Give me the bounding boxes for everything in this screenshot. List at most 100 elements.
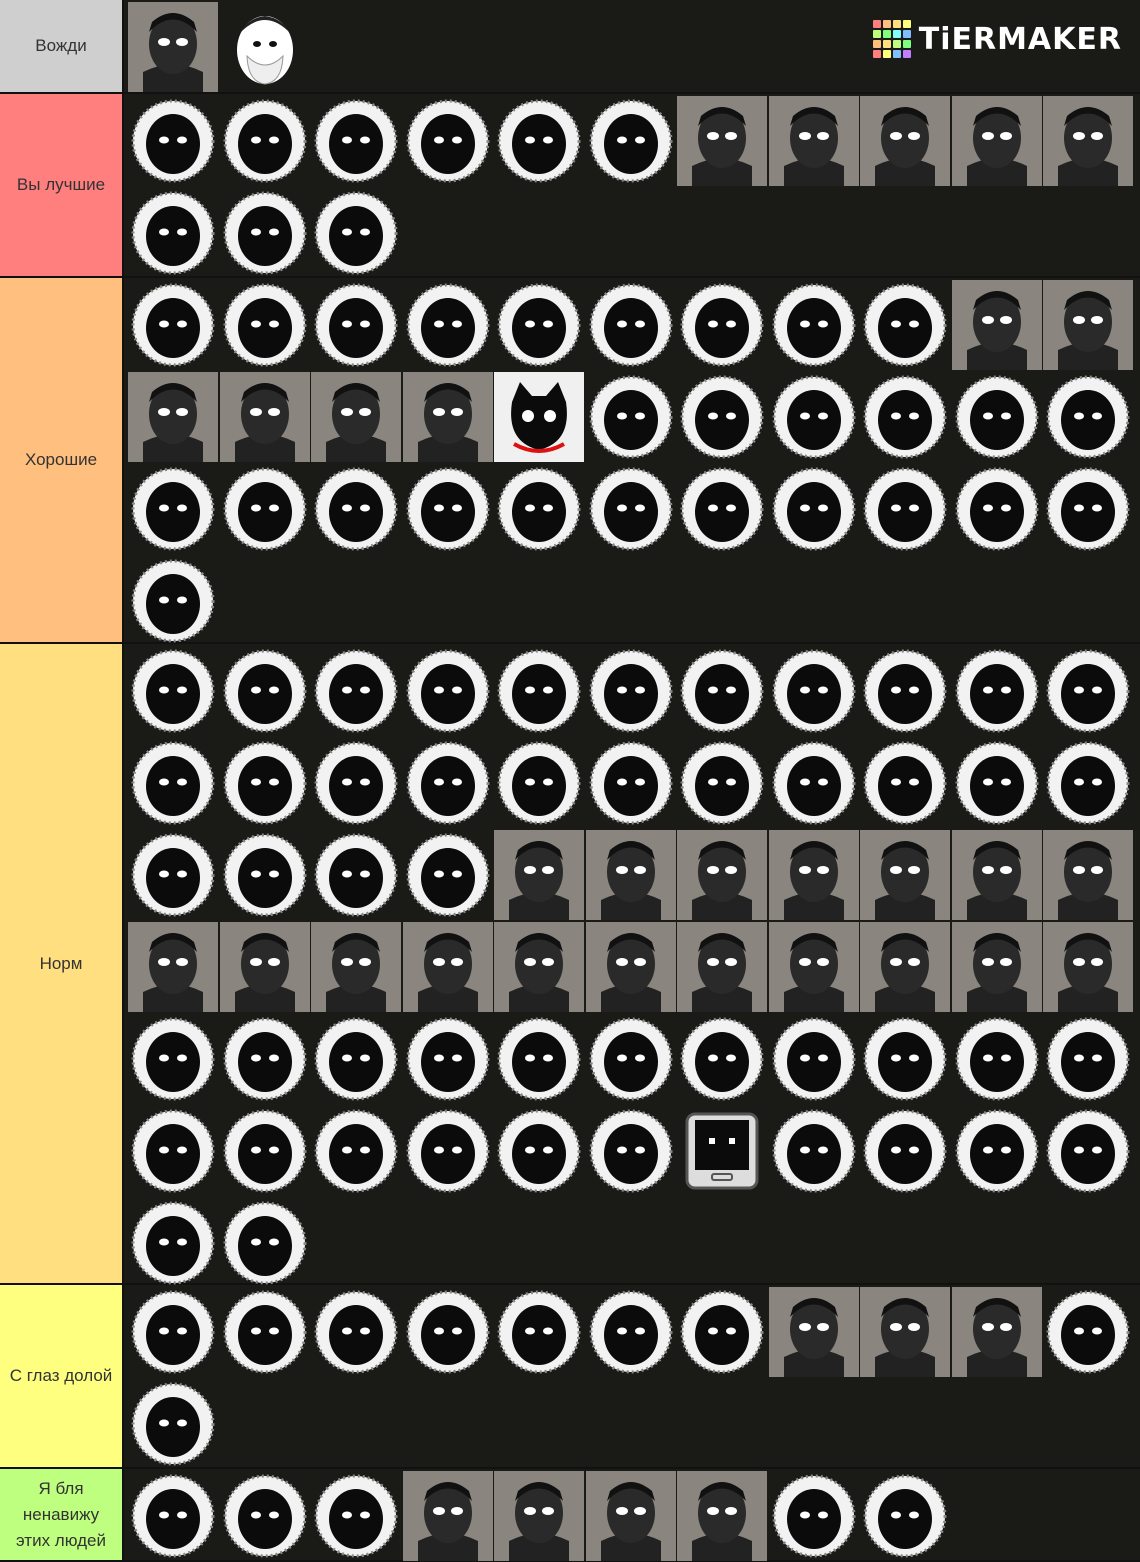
tier-item[interactable] <box>403 1287 493 1377</box>
tier-item[interactable] <box>677 372 767 462</box>
tier-item[interactable] <box>494 464 584 554</box>
tier-item[interactable] <box>1043 1106 1133 1196</box>
tier-item[interactable] <box>311 1014 401 1104</box>
tier-item[interactable] <box>403 1014 493 1104</box>
tier-item[interactable] <box>220 280 310 370</box>
tier-item[interactable] <box>494 1106 584 1196</box>
tier-item[interactable] <box>860 1014 950 1104</box>
tier-item[interactable] <box>952 1014 1042 1104</box>
tier-item[interactable] <box>311 646 401 736</box>
tier-item[interactable] <box>128 96 218 186</box>
tier-item[interactable] <box>220 646 310 736</box>
tier-item[interactable] <box>220 738 310 828</box>
tier-item[interactable] <box>403 1106 493 1196</box>
tier-item[interactable] <box>402 372 493 462</box>
tier-item[interactable] <box>220 830 310 920</box>
tier-item[interactable] <box>403 96 493 186</box>
tier-item[interactable] <box>769 1106 859 1196</box>
tier-item[interactable] <box>768 96 859 186</box>
tier-item[interactable] <box>677 646 767 736</box>
tier-label[interactable]: Вожди <box>0 0 124 92</box>
tier-item[interactable] <box>128 464 218 554</box>
tier-item[interactable] <box>860 646 950 736</box>
tier-item[interactable] <box>769 1014 859 1104</box>
tier-item[interactable] <box>220 1014 310 1104</box>
tier-item[interactable] <box>128 1106 218 1196</box>
tier-item[interactable] <box>860 922 950 1012</box>
tier-item[interactable] <box>769 646 859 736</box>
tier-item[interactable] <box>768 922 859 1012</box>
tier-item[interactable] <box>860 1287 950 1377</box>
tier-item[interactable] <box>768 1287 859 1377</box>
tier-item[interactable] <box>128 2 218 92</box>
tier-item[interactable] <box>128 1014 218 1104</box>
tier-item[interactable] <box>403 464 493 554</box>
tier-item[interactable] <box>677 280 767 370</box>
tier-item[interactable] <box>586 1287 676 1377</box>
tier-item[interactable] <box>311 188 401 278</box>
tier-item[interactable] <box>128 556 218 646</box>
tier-item[interactable] <box>585 922 676 1012</box>
tier-item[interactable] <box>403 280 493 370</box>
tier-item[interactable] <box>128 646 218 736</box>
tier-label[interactable]: С глаз долой <box>0 1285 124 1467</box>
tier-item[interactable] <box>586 464 676 554</box>
tier-item[interactable] <box>677 922 767 1012</box>
tier-item[interactable] <box>677 96 767 186</box>
tier-item[interactable] <box>1043 738 1133 828</box>
tier-item[interactable] <box>951 1287 1042 1377</box>
tier-item[interactable] <box>220 188 310 278</box>
tier-item[interactable] <box>952 738 1042 828</box>
tier-item[interactable] <box>586 1014 676 1104</box>
tier-item[interactable] <box>494 1014 584 1104</box>
tier-item[interactable] <box>951 922 1042 1012</box>
tier-item[interactable] <box>128 1379 218 1469</box>
tier-item[interactable] <box>769 280 859 370</box>
tier-item[interactable] <box>952 464 1042 554</box>
tier-item[interactable] <box>951 96 1042 186</box>
tier-item[interactable] <box>403 646 493 736</box>
tier-item[interactable] <box>677 1014 767 1104</box>
tier-item[interactable] <box>494 96 584 186</box>
tier-label[interactable]: Хорошие <box>0 278 124 642</box>
tier-item[interactable] <box>128 738 218 828</box>
tier-item[interactable] <box>128 1287 218 1377</box>
tier-item[interactable] <box>586 280 676 370</box>
tier-item[interactable] <box>128 1198 218 1288</box>
tier-item[interactable] <box>494 922 584 1012</box>
tier-item[interactable] <box>586 372 676 462</box>
tier-item[interactable] <box>220 1287 310 1377</box>
tier-item[interactable] <box>311 830 401 920</box>
tier-item[interactable] <box>220 96 310 186</box>
tier-item[interactable] <box>494 1287 584 1377</box>
tier-item[interactable] <box>128 372 218 462</box>
tier-item[interactable] <box>952 646 1042 736</box>
tier-item[interactable] <box>128 280 218 370</box>
tier-item[interactable] <box>677 464 767 554</box>
tier-item[interactable] <box>860 96 950 186</box>
tier-item[interactable] <box>585 1471 676 1561</box>
tier-item[interactable] <box>311 1287 401 1377</box>
tier-item[interactable] <box>586 738 676 828</box>
tier-item[interactable] <box>952 1106 1042 1196</box>
tier-item[interactable] <box>128 188 218 278</box>
tier-item[interactable] <box>220 1471 310 1561</box>
tier-item[interactable] <box>768 830 859 920</box>
tier-item[interactable] <box>1043 280 1133 370</box>
tier-item[interactable] <box>311 464 401 554</box>
tier-item[interactable] <box>677 830 767 920</box>
tier-item[interactable] <box>677 1106 767 1196</box>
tier-item[interactable] <box>128 830 218 920</box>
tier-item[interactable] <box>677 1287 767 1377</box>
tier-item[interactable] <box>494 372 584 462</box>
tier-item[interactable] <box>494 1471 584 1561</box>
tier-item[interactable] <box>220 464 310 554</box>
tier-item[interactable] <box>494 738 584 828</box>
tier-item[interactable] <box>860 738 950 828</box>
tier-item[interactable] <box>586 96 676 186</box>
tier-item[interactable] <box>860 464 950 554</box>
tier-item[interactable] <box>494 646 584 736</box>
tier-item[interactable] <box>769 464 859 554</box>
tier-item[interactable] <box>402 1471 493 1561</box>
tier-item[interactable] <box>311 280 401 370</box>
